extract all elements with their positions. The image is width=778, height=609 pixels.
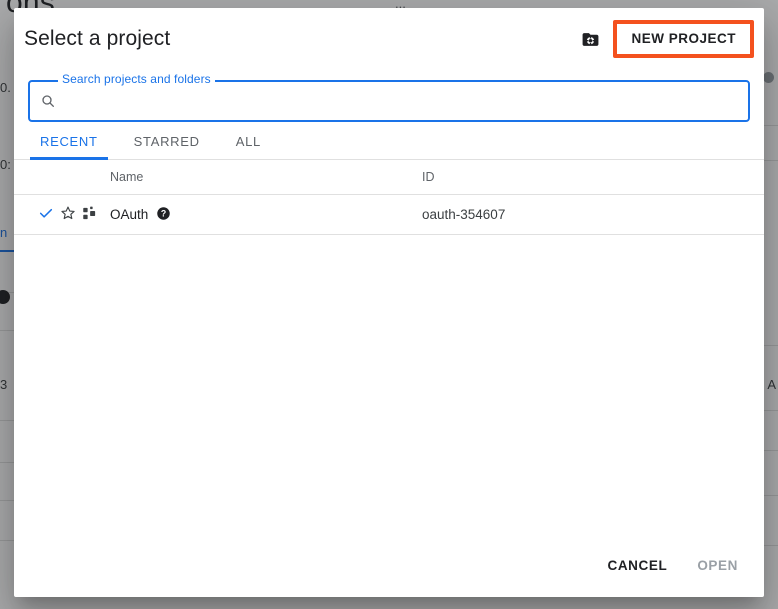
- dialog-footer: CANCEL OPEN: [14, 533, 764, 597]
- project-nodes-icon-glyph: [83, 206, 96, 219]
- new-project-highlight-outline: NEW PROJECT: [613, 19, 754, 59]
- search-field[interactable]: Search projects and folders: [28, 73, 750, 122]
- search-icon-glyph: [42, 95, 54, 107]
- project-table: Name ID OAuth ? oauth-354607: [14, 160, 764, 235]
- cancel-button[interactable]: CANCEL: [595, 548, 679, 583]
- project-name: OAuth: [110, 207, 149, 222]
- tab-starred[interactable]: STARRED: [116, 134, 218, 159]
- tab-all[interactable]: ALL: [218, 134, 279, 159]
- table-row[interactable]: OAuth ? oauth-354607: [14, 194, 764, 235]
- check-icon: [38, 205, 54, 224]
- project-list: Name ID OAuth ? oauth-354607: [14, 160, 764, 533]
- row-id-cell: oauth-354607: [422, 194, 764, 235]
- row-icons-cell: [14, 194, 110, 235]
- help-circle-icon[interactable]: ?: [156, 206, 171, 224]
- star-icon-glyph: [61, 206, 75, 220]
- search-field-label: Search projects and folders: [58, 73, 215, 85]
- search-zone: Search projects and folders: [14, 70, 764, 122]
- new-project-button[interactable]: NEW PROJECT: [617, 23, 750, 55]
- star-icon[interactable]: [60, 205, 76, 224]
- folder-gear-icon[interactable]: [575, 24, 605, 54]
- project-nodes-icon: [82, 206, 97, 224]
- dialog-header: Select a project NEW PROJECT: [14, 8, 764, 70]
- check-icon-glyph: [39, 208, 53, 218]
- tab-bar: RECENT STARRED ALL: [14, 122, 764, 160]
- column-header-icons: [14, 160, 110, 195]
- column-header-name: Name: [110, 160, 422, 195]
- open-button[interactable]: OPEN: [685, 548, 750, 583]
- help-circle-icon-glyph: ?: [157, 206, 171, 220]
- header-actions: NEW PROJECT: [575, 19, 754, 59]
- select-project-dialog: Select a project NEW PROJECT Search proj…: [14, 8, 764, 597]
- folder-gear-icon-glyph: [582, 32, 599, 46]
- table-header-row: Name ID: [14, 160, 764, 195]
- dialog-title: Select a project: [24, 27, 171, 50]
- row-name-cell: OAuth ?: [110, 194, 422, 235]
- tab-recent[interactable]: RECENT: [22, 134, 116, 160]
- search-input[interactable]: [64, 82, 738, 120]
- search-icon: [40, 93, 56, 109]
- column-header-id: ID: [422, 160, 764, 195]
- svg-text:?: ?: [161, 208, 166, 218]
